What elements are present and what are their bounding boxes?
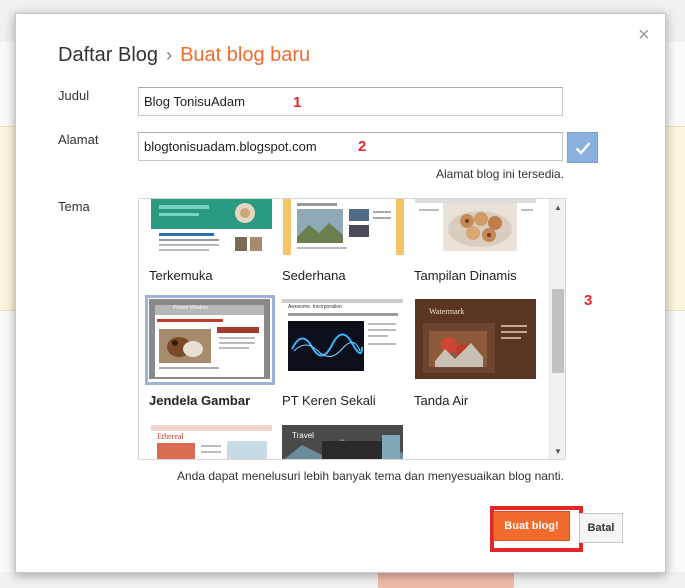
breadcrumb-current: Buat blog baru xyxy=(180,44,311,66)
theme-name[interactable]: Tampilan Dinamis xyxy=(414,268,517,283)
theme-name[interactable]: Terkemuka xyxy=(149,268,213,283)
thumb-caption: Watermark xyxy=(429,307,465,316)
theme-name[interactable]: PT Keren Sekali xyxy=(282,393,376,408)
theme-gallery-scrollbar[interactable]: ▲ ▼ xyxy=(549,199,565,459)
checkmark-icon xyxy=(575,141,590,155)
address-availability: Alamat blog ini tersedia. xyxy=(436,167,565,181)
breadcrumb-root[interactable]: Daftar Blog xyxy=(58,44,158,66)
theme-thumb-pt-keren-sekali[interactable]: Awesome, Incorporation xyxy=(282,299,403,379)
address-check-button[interactable] xyxy=(567,132,598,163)
theme-hint: Anda dapat menelusuri lebih banyak tema … xyxy=(177,469,564,483)
theme-thumb-tampilan-dinamis[interactable] xyxy=(415,199,536,255)
scroll-thumb[interactable] xyxy=(552,289,564,373)
theme-name[interactable]: Tanda Air xyxy=(414,393,468,408)
thumb-caption: Travel xyxy=(292,431,314,440)
close-icon[interactable]: × xyxy=(638,25,650,45)
theme-gallery: Terkemuka Sederhana Tampilan Dinamis Pic… xyxy=(138,198,566,460)
thumb-caption: Ethereal xyxy=(157,432,184,441)
theme-thumb-tanda-air[interactable]: Watermark xyxy=(415,299,536,379)
address-label: Alamat xyxy=(58,132,99,147)
theme-name[interactable]: Jendela Gambar xyxy=(149,393,250,408)
scroll-up-arrow-icon[interactable]: ▲ xyxy=(550,199,565,215)
theme-label: Tema xyxy=(58,199,90,214)
theme-thumb-travel[interactable]: Travel xyxy=(282,425,403,459)
theme-thumb-terkemuka[interactable] xyxy=(151,199,272,255)
theme-name[interactable]: Sederhana xyxy=(282,268,346,283)
marker-3: 3 xyxy=(584,292,593,309)
dialog-title: Daftar Blog › Buat blog baru xyxy=(58,44,310,67)
breadcrumb-separator: › xyxy=(166,45,173,65)
blog-title-input[interactable]: Blog TonisuAdam xyxy=(138,87,563,116)
cancel-button[interactable]: Batal xyxy=(579,513,623,543)
theme-thumb-ethereal[interactable]: Ethereal xyxy=(151,425,272,459)
thumb-caption: Picture Window xyxy=(173,305,208,311)
blog-address-input[interactable]: blogtonisuadam.blogspot.com xyxy=(138,132,563,161)
create-blog-button[interactable]: Buat blog! xyxy=(493,511,570,541)
theme-thumb-sederhana[interactable] xyxy=(283,199,404,255)
thumb-caption: Awesome, Incorporation xyxy=(288,304,342,310)
marker-2: 2 xyxy=(358,138,367,155)
title-label: Judul xyxy=(58,88,90,103)
create-blog-dialog: × Daftar Blog › Buat blog baru Judul Blog … xyxy=(15,13,666,573)
marker-1: 1 xyxy=(293,94,302,111)
theme-thumb-jendela-gambar[interactable]: Picture Window xyxy=(149,299,270,379)
scroll-down-arrow-icon[interactable]: ▼ xyxy=(550,443,565,459)
